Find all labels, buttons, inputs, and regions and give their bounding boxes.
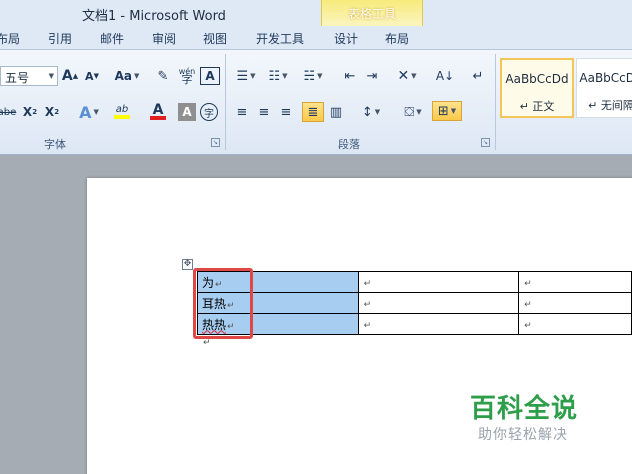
table-row: 为↵ ↵ ↵ (197, 271, 632, 293)
show-marks-icon[interactable]: ↵ (468, 66, 488, 86)
subscript-label: X (22, 105, 33, 119)
paragraph-group-label: 段落 (338, 138, 360, 151)
superscript-button[interactable]: X2 (42, 102, 62, 122)
tab-references[interactable]: 引用 (48, 30, 72, 47)
paragraph-dialog-launcher-icon[interactable]: ↘ (481, 138, 490, 147)
strikethrough-label: abe (0, 106, 17, 118)
font-color-button[interactable]: A (142, 102, 174, 122)
cell-mark: ↵ (524, 279, 532, 289)
document-table[interactable]: 为↵ ↵ ↵ 耳热↵ ↵ ↵ 热热↵ ↵ ↵ (197, 271, 632, 335)
font-dialog-launcher-icon[interactable]: ↘ (211, 138, 220, 147)
table-cell[interactable]: ↵ (357, 313, 520, 335)
distributed-icon[interactable]: ▥ (326, 102, 346, 122)
highlight-color-button[interactable]: ab (106, 102, 138, 122)
paint-bucket-icon[interactable]: ⛋ ▼ (398, 102, 428, 122)
group-separator (225, 54, 226, 150)
character-shading-label: A (182, 105, 192, 119)
style-no-spacing[interactable]: AaBbCcDd ↵ 无间隔 (576, 58, 632, 118)
table-cell[interactable]: ↵ (518, 292, 632, 314)
table-cell[interactable]: ↵ (518, 271, 632, 293)
borders-icon[interactable]: ⊞ ▼ (432, 101, 462, 121)
font-color-label: A (152, 102, 164, 118)
change-case-label: Aa (114, 69, 132, 83)
shrink-font-label: A (85, 69, 94, 83)
cell-mark: ↵ (363, 279, 372, 289)
phonetic-guide-button[interactable]: wén 字 (176, 66, 198, 86)
tab-mailings[interactable]: 邮件 (100, 30, 124, 47)
paragraph-mark: ↵ (203, 338, 211, 348)
cell-mark: ↵ (363, 321, 372, 331)
cell-mark: ↵ (524, 321, 532, 331)
bullets-icon[interactable]: ☰ ▼ (232, 66, 260, 86)
character-border-button[interactable]: A (200, 67, 220, 85)
ribbon-tab-row: 布局 引用 邮件 审阅 视图 开发工具 设计 布局 (0, 26, 632, 50)
tab-layout-page[interactable]: 布局 (0, 30, 20, 47)
highlight-color-bar (114, 115, 130, 119)
table-cell[interactable]: ↵ (357, 271, 520, 293)
decrease-indent-icon[interactable]: ⇤ (340, 66, 360, 86)
chevron-down-icon: ▼ (93, 108, 99, 116)
context-group-title: 表格工具 (347, 7, 396, 21)
watermark-subtitle: 助你轻松解决 (478, 427, 568, 443)
highlight-label: ab (115, 104, 129, 115)
multilevel-list-icon[interactable]: ☵ ▼ (298, 66, 328, 86)
chevron-down-icon: ▼ (134, 72, 140, 80)
ribbon: 五号 ▼ A ▲ A ▼ Aa ▼ ✎ wén 字 A abe X2 X2 A ▼ ab … (0, 50, 632, 155)
table-cell[interactable]: ↵ (357, 292, 520, 314)
style-sample: AaBbCcDd (579, 71, 632, 85)
style-sample: AaBbCcDd (505, 72, 569, 86)
align-left-icon[interactable]: ≡ (232, 102, 252, 122)
enclose-label: 字 (204, 108, 214, 120)
change-case-button[interactable]: Aa ▼ (112, 66, 142, 86)
numbering-icon[interactable]: ☷ ▼ (264, 66, 292, 86)
chevron-down-icon: ▼ (48, 72, 54, 80)
style-name: ↵ 无间隔 (588, 99, 632, 112)
character-border-label: A (205, 69, 215, 83)
justify-icon[interactable]: ≣ (302, 102, 324, 122)
group-separator (495, 54, 496, 150)
line-spacing-icon[interactable]: ↕ ▼ (356, 102, 386, 122)
align-right-icon[interactable]: ≡ (276, 102, 296, 122)
superscript-label: X (44, 105, 55, 119)
style-name: ↵ 正文 (519, 100, 555, 113)
cell-mark: ↵ (524, 300, 532, 310)
watermark-title: 百科全说 (470, 394, 579, 424)
font-size-value: 五号 (5, 71, 30, 85)
style-normal[interactable]: AaBbCcDd ↵ 正文 (500, 58, 574, 118)
tab-review[interactable]: 审阅 (152, 30, 176, 47)
table-row: 热热↵ ↵ ↵ (197, 313, 632, 335)
tab-developer[interactable]: 开发工具 (256, 30, 304, 47)
red-highlight-box (193, 268, 253, 339)
increase-indent-icon[interactable]: ⇥ (362, 66, 382, 86)
sort-icon[interactable]: A↓ (434, 66, 456, 86)
enclose-characters-button[interactable]: 字 (200, 103, 218, 121)
table-move-handle-icon[interactable]: ✥ (182, 259, 193, 270)
character-shading-button[interactable]: A (178, 103, 196, 121)
chinese-layout-icon[interactable]: ✕ ▼ (392, 66, 422, 86)
clear-format-icon[interactable]: ✎ (152, 66, 174, 86)
text-effects-button[interactable]: A ▼ (74, 102, 104, 122)
window-title: 文档1 - Microsoft Word (82, 9, 226, 24)
cell-mark: ↵ (363, 300, 372, 310)
align-center-icon[interactable]: ≡ (254, 102, 274, 122)
strikethrough-button[interactable]: abe (0, 102, 18, 122)
font-group-label: 字体 (44, 138, 66, 151)
font-color-bar (150, 116, 166, 120)
shrink-font-button[interactable]: A ▼ (82, 66, 102, 86)
text-effects-label: A (79, 102, 92, 122)
table-row: 耳热↵ ↵ ↵ (197, 292, 632, 314)
grow-font-button[interactable]: A ▲ (60, 66, 80, 86)
table-cell[interactable]: ↵ (518, 313, 632, 335)
subscript-button[interactable]: X2 (20, 102, 40, 122)
title-bar: 文档1 - Microsoft Word (0, 0, 632, 26)
tab-table-design[interactable]: 设计 (334, 30, 358, 47)
tab-table-layout[interactable]: 布局 (385, 30, 409, 47)
grow-font-label: A (61, 68, 73, 84)
tab-view[interactable]: 视图 (203, 30, 227, 47)
font-size-dropdown[interactable]: 五号 ▼ (0, 66, 58, 86)
